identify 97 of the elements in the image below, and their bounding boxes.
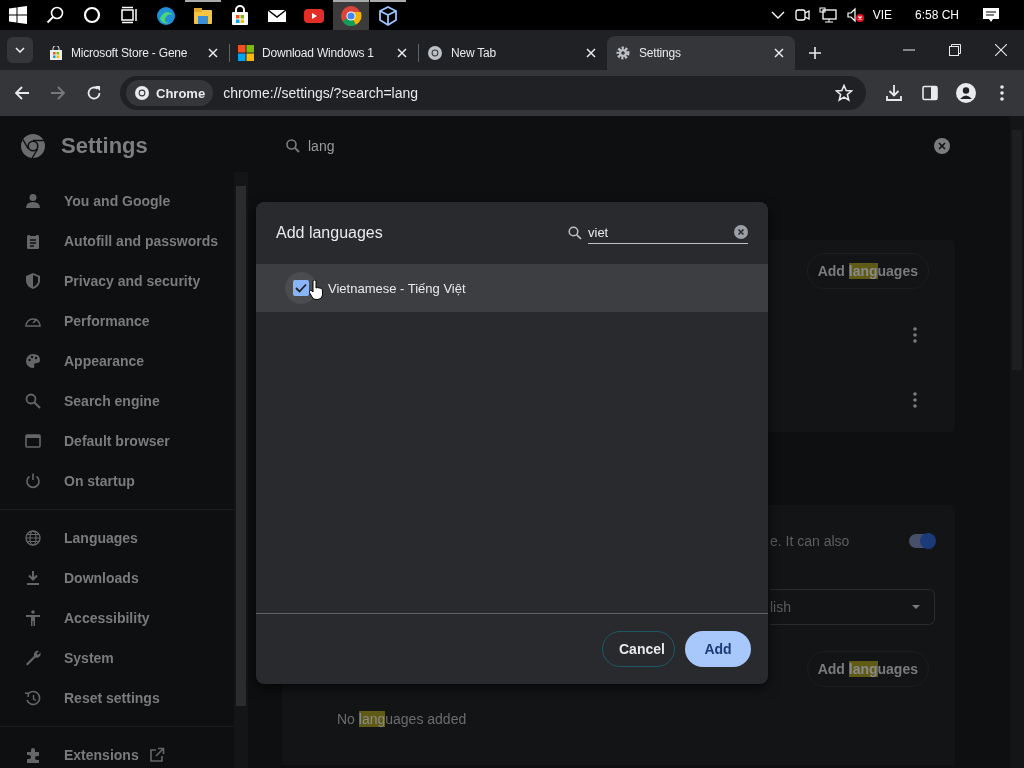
speaker-muted-icon[interactable] — [845, 7, 864, 23]
checkmark-icon — [295, 283, 307, 293]
shield-icon — [24, 272, 42, 290]
download-icon — [885, 84, 903, 102]
windows-logo-icon — [9, 6, 27, 24]
clear-icon[interactable] — [934, 138, 950, 154]
chrome-icon — [427, 45, 443, 61]
input-language[interactable]: VIE — [872, 8, 892, 22]
reload-icon — [86, 85, 102, 101]
folder-icon — [192, 5, 214, 27]
shopping-bag-icon — [49, 46, 63, 60]
sidebar-item[interactable]: Extensions — [0, 735, 234, 768]
browser-tab[interactable]: New Tab — [419, 36, 607, 70]
puzzle-icon — [24, 746, 42, 764]
dropdown-arrow-icon — [912, 604, 920, 610]
close-icon[interactable] — [207, 47, 219, 59]
history-icon — [24, 689, 42, 707]
task-view-icon — [120, 6, 138, 24]
browser-window-icon — [24, 432, 42, 450]
language-dropdown[interactable]: lish — [770, 589, 935, 625]
shopping-bag-icon — [229, 5, 251, 27]
chrome-icon — [340, 5, 362, 27]
dialog-title: Add languages — [276, 224, 383, 242]
close-icon — [995, 44, 1007, 56]
add-button[interactable]: Add — [685, 631, 751, 667]
setting-description: e. It can also — [770, 533, 850, 549]
download-icon — [24, 569, 42, 587]
sidebar-item[interactable]: On startup — [0, 461, 234, 501]
scrollbar[interactable] — [1010, 116, 1024, 768]
url-text: chrome://settings/?search=lang — [223, 85, 420, 101]
side-panel-icon — [922, 85, 938, 101]
page-title: Settings — [61, 133, 148, 159]
sidebar-item[interactable]: Search engine — [0, 381, 234, 421]
close-icon[interactable] — [773, 47, 785, 59]
four-squares-icon — [238, 45, 254, 61]
search-field[interactable]: lang — [268, 126, 958, 166]
checkbox[interactable] — [293, 280, 309, 296]
sidebar-item[interactable]: Autofill and passwords — [0, 221, 234, 261]
restore-icon — [949, 44, 961, 56]
sidebar-item[interactable]: Default browser — [0, 421, 234, 461]
notification-icon[interactable] — [982, 6, 1000, 24]
arrow-right-icon — [50, 85, 66, 101]
sidebar-item[interactable]: Privacy and security — [0, 261, 234, 301]
sidebar-item[interactable]: Reset settings — [0, 678, 234, 718]
sidebar-item[interactable]: Languages — [0, 518, 234, 558]
language-option[interactable]: Vietnamese - Tiếng Việt — [256, 264, 768, 312]
kebab-menu-icon — [913, 391, 917, 408]
clipboard-icon — [24, 232, 42, 250]
address-bar[interactable]: Chrome chrome://settings/?search=lang — [120, 76, 866, 110]
wrench-icon — [24, 649, 42, 667]
star-icon — [835, 84, 853, 102]
sidebar-item[interactable]: Performance — [0, 301, 234, 341]
chrome-logo-icon — [20, 133, 46, 159]
cube-icon — [377, 5, 399, 27]
clear-icon[interactable] — [734, 225, 748, 239]
sidebar-item[interactable]: System — [0, 638, 234, 678]
hand-cursor-icon — [309, 280, 323, 300]
circle-icon — [83, 6, 101, 24]
person-icon — [956, 83, 976, 103]
browser-tab[interactable]: Microsoft Store - Gene — [41, 36, 229, 70]
sidebar-item[interactable]: Downloads — [0, 558, 234, 598]
plus-icon — [809, 47, 821, 59]
palette-icon — [24, 352, 42, 370]
tab-search-button[interactable] — [7, 37, 33, 63]
search-field[interactable]: viet — [588, 222, 748, 244]
camera-icon[interactable] — [793, 7, 810, 23]
browser-tab[interactable]: Settings — [607, 36, 795, 70]
arrow-left-icon — [14, 85, 30, 101]
close-icon[interactable] — [396, 47, 408, 59]
search-icon — [24, 392, 42, 410]
power-icon — [24, 472, 42, 490]
chrome-icon — [134, 85, 150, 101]
close-icon[interactable] — [585, 47, 597, 59]
network-icon[interactable] — [818, 7, 837, 23]
sidebar-item[interactable]: You and Google — [0, 181, 234, 221]
scrollbar[interactable] — [234, 172, 248, 768]
external-link-icon — [148, 747, 165, 763]
browser-icon — [155, 5, 177, 27]
kebab-menu-icon — [913, 326, 917, 343]
chevron-up-icon[interactable] — [770, 10, 785, 20]
chevron-down-icon — [15, 47, 25, 53]
search-icon — [46, 6, 64, 24]
globe-icon — [24, 529, 42, 547]
toggle-switch[interactable] — [909, 534, 935, 548]
taskbar-app[interactable] — [333, 0, 369, 30]
kebab-menu-icon — [1000, 85, 1004, 101]
sidebar-item[interactable]: Accessibility — [0, 598, 234, 638]
empty-list-message: No languages added — [337, 711, 467, 727]
search-icon — [568, 226, 582, 240]
site-chip[interactable]: Chrome — [126, 80, 214, 106]
sidebar-item[interactable]: Appearance — [0, 341, 234, 381]
gear-icon — [615, 45, 631, 61]
person-icon — [24, 192, 42, 210]
browser-tab[interactable]: Download Windows 1 — [230, 36, 418, 70]
search-icon — [286, 139, 300, 153]
accessibility-icon — [24, 609, 42, 627]
clock[interactable]: 6:58 CH — [914, 8, 959, 22]
